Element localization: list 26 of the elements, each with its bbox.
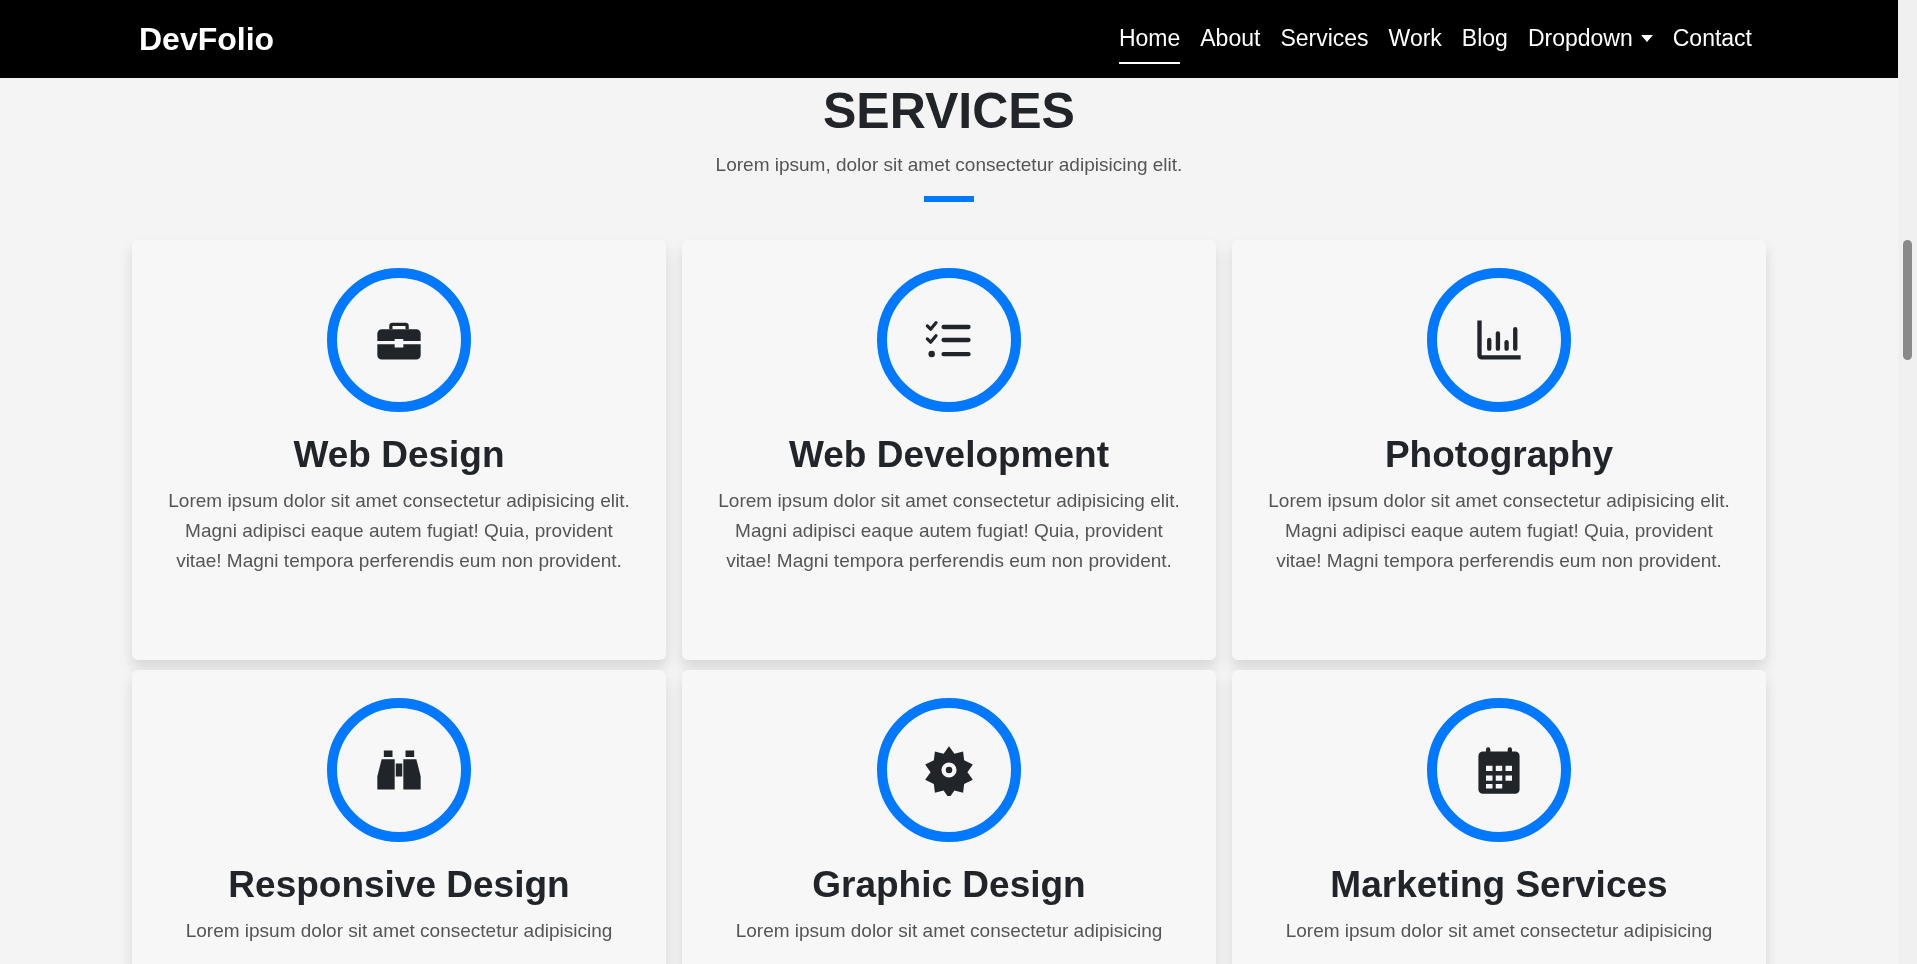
section-title: SERVICES bbox=[823, 82, 1075, 140]
nav-link[interactable]: Home bbox=[1118, 14, 1181, 64]
card-description: Lorem ipsum dolor sit amet consectetur adipisicing bbox=[735, 919, 1163, 943]
gear-icon bbox=[923, 744, 975, 796]
title-underline bbox=[924, 196, 974, 202]
nav-link[interactable]: Dropdown bbox=[1527, 14, 1653, 64]
nav-link[interactable]: Work bbox=[1388, 14, 1442, 64]
nav-link[interactable]: Blog bbox=[1461, 14, 1508, 64]
scrollbar[interactable] bbox=[1898, 0, 1917, 964]
card-title: Web Development bbox=[788, 434, 1109, 476]
card-description: Lorem ipsum dolor sit amet consectetur adipisicing bbox=[1285, 919, 1713, 943]
nav-link[interactable]: Services bbox=[1280, 14, 1369, 64]
card-description: Lorem ipsum dolor sit amet consectetur adipisicing bbox=[185, 919, 613, 943]
card-description: Lorem ipsum dolor sit amet consectetur adipisicing elit. Magni adipisci eaque autem fugiat! Quia, provident vitae! Magni tempora perferendis eum non provident. bbox=[1267, 489, 1731, 573]
card-description: Lorem ipsum dolor sit amet consectetur adipisicing elit. Magni adipisci eaque autem fugiat! Quia, provident vitae! Magni tempora perferendis eum non provident. bbox=[167, 489, 631, 573]
card-title: Responsive Design bbox=[228, 864, 570, 906]
section-subtitle: Lorem ipsum, dolor sit amet consectetur adipisicing elit. bbox=[715, 154, 1183, 176]
caret-icon bbox=[1640, 34, 1653, 42]
nav-link[interactable]: About bbox=[1200, 14, 1261, 64]
card-title: Graphic Design bbox=[812, 864, 1086, 906]
card-description: Lorem ipsum dolor sit amet consectetur adipisicing elit. Magni adipisci eaque autem fugiat! Quia, provident vitae! Magni tempora perferendis eum non provident. bbox=[717, 489, 1181, 573]
nav-link[interactable]: Contact bbox=[1672, 14, 1752, 64]
card-title: Web Design bbox=[293, 434, 505, 476]
brand-logo[interactable]: DevFolio bbox=[139, 20, 275, 58]
card-title: Marketing Services bbox=[1330, 864, 1668, 906]
card-title: Photography bbox=[1384, 434, 1614, 476]
